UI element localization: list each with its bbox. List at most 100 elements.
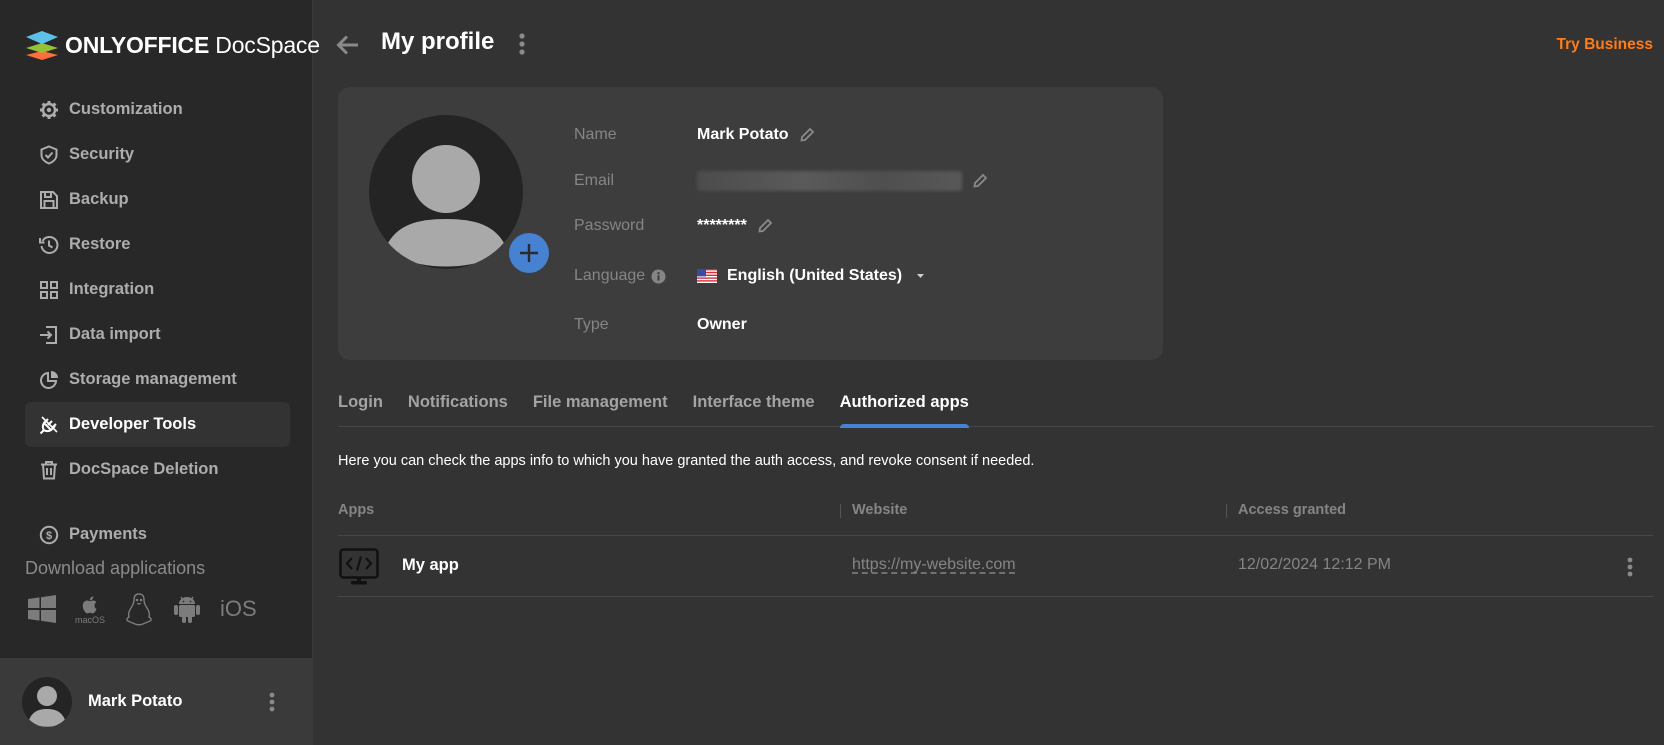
history-icon xyxy=(39,235,59,255)
dollar-icon: $ xyxy=(39,525,59,545)
app-website-link[interactable]: https://my-website.com xyxy=(852,556,1016,574)
tab-interface-theme[interactable]: Interface theme xyxy=(693,390,815,427)
profile-menu-button[interactable] xyxy=(519,33,525,60)
android-icon xyxy=(174,596,201,623)
user-avatar[interactable] xyxy=(22,676,72,727)
user-menu-button[interactable] xyxy=(269,692,275,717)
windows-app-link[interactable] xyxy=(28,595,56,623)
macos-label: macOS xyxy=(75,614,106,625)
sidebar-item-label: Data import xyxy=(69,325,161,343)
language-select[interactable]: English (United States) xyxy=(697,267,925,285)
logo-brand: ONLYOFFICE xyxy=(65,31,210,58)
tab-authorized-apps[interactable]: Authorized apps xyxy=(839,390,970,428)
grid-icon xyxy=(39,280,59,300)
authorized-apps-table: Apps Website Access granted My app https… xyxy=(338,498,1653,597)
sidebar-item-label: Security xyxy=(69,145,135,163)
name-label: Name xyxy=(574,126,617,143)
tab-file-management[interactable]: File management xyxy=(533,390,668,427)
authorized-apps-description: Here you can check the apps info to whic… xyxy=(338,453,1035,469)
add-avatar-button[interactable] xyxy=(509,233,549,273)
plug-icon xyxy=(39,415,59,435)
plus-icon xyxy=(520,244,538,262)
pie-chart-icon xyxy=(39,370,59,390)
shield-icon xyxy=(39,144,59,165)
sidebar-item-developer-tools[interactable]: Developer Tools xyxy=(25,402,290,447)
column-header-website[interactable]: Website xyxy=(852,502,907,518)
type-value: Owner xyxy=(697,316,747,333)
chevron-down-icon xyxy=(917,274,925,278)
edit-password-button[interactable] xyxy=(757,218,773,234)
sidebar-item-label: DocSpace Deletion xyxy=(69,460,219,478)
main-content: My profile Try Business Name Mark Potato… xyxy=(313,0,1664,745)
language-row: Language English (United States) xyxy=(574,264,925,288)
ios-label: iOS xyxy=(220,596,257,621)
download-applications-title: Download applications xyxy=(25,558,206,578)
current-user-panel: Mark Potato xyxy=(0,658,313,745)
sidebar-item-customization[interactable]: Customization xyxy=(25,87,290,132)
logo[interactable]: ONLYOFFICE DocSpace xyxy=(25,28,320,62)
row-menu-button[interactable] xyxy=(1627,557,1633,582)
password-row: Password ******** xyxy=(574,214,773,238)
email-label: Email xyxy=(574,172,615,189)
column-resize-handle[interactable] xyxy=(1226,504,1227,518)
column-resize-handle[interactable] xyxy=(840,504,841,518)
info-icon[interactable] xyxy=(651,269,666,284)
sidebar-item-docspace-deletion[interactable]: DocSpace Deletion xyxy=(25,447,290,492)
type-row: Type Owner xyxy=(574,313,747,337)
download-apps-row: macOS iOS xyxy=(28,592,257,626)
default-avatar-icon xyxy=(386,145,506,267)
profile-tabs: Login Notifications File management Inte… xyxy=(338,390,1653,428)
pencil-icon xyxy=(973,173,988,188)
password-value: ******** xyxy=(697,217,747,234)
language-label: Language xyxy=(574,267,646,284)
logo-product: DocSpace xyxy=(209,31,320,58)
app-name: My app xyxy=(402,556,459,574)
linux-icon xyxy=(126,593,152,626)
edit-name-button[interactable] xyxy=(799,127,815,143)
sidebar-item-label: Restore xyxy=(69,235,131,253)
sidebar-item-restore[interactable]: Restore xyxy=(25,222,290,267)
ios-app-link[interactable]: iOS xyxy=(220,596,257,622)
svg-text:$: $ xyxy=(46,530,52,542)
language-value: English (United States) xyxy=(727,267,903,284)
password-label: Password xyxy=(574,217,645,234)
sidebar-item-label: Developer Tools xyxy=(69,415,197,433)
type-label: Type xyxy=(574,316,609,333)
sidebar-item-security[interactable]: Security xyxy=(25,132,290,177)
user-name: Mark Potato xyxy=(88,692,183,710)
arrow-left-icon xyxy=(336,35,358,55)
settings-nav: Customization Security Backup Restore In… xyxy=(25,87,290,557)
edit-email-button[interactable] xyxy=(972,173,988,189)
vertical-dots-icon xyxy=(1627,557,1633,577)
linux-app-link[interactable] xyxy=(124,592,154,626)
column-header-access-granted[interactable]: Access granted xyxy=(1238,502,1346,518)
sidebar-item-label: Payments xyxy=(69,525,147,543)
save-icon xyxy=(39,190,59,210)
vertical-dots-icon xyxy=(519,33,525,55)
android-app-link[interactable] xyxy=(173,594,201,624)
apple-icon xyxy=(82,595,97,613)
profile-avatar xyxy=(369,115,523,269)
sidebar: ONLYOFFICE DocSpace Customization Securi… xyxy=(0,0,320,745)
profile-card: Name Mark Potato Email Password ******** xyxy=(338,87,1163,360)
us-flag-icon xyxy=(697,269,717,283)
back-button[interactable] xyxy=(335,32,361,58)
try-business-link[interactable]: Try Business xyxy=(1557,36,1654,54)
sidebar-item-storage-management[interactable]: Storage management xyxy=(25,357,290,402)
sidebar-item-label: Integration xyxy=(69,280,155,298)
windows-icon xyxy=(28,595,56,623)
sidebar-item-backup[interactable]: Backup xyxy=(25,177,290,222)
sidebar-item-payments[interactable]: $ Payments xyxy=(25,512,290,557)
tab-login[interactable]: Login xyxy=(338,390,383,427)
page-title: My profile xyxy=(381,28,495,55)
macos-app-link[interactable]: macOS xyxy=(75,594,105,625)
default-avatar-icon xyxy=(28,685,66,727)
vertical-dots-icon xyxy=(269,692,275,712)
name-value: Mark Potato xyxy=(697,126,789,143)
sidebar-item-data-import[interactable]: Data import xyxy=(25,312,290,357)
tab-notifications[interactable]: Notifications xyxy=(408,390,508,427)
table-row[interactable]: My app https://my-website.com 12/02/2024… xyxy=(338,536,1653,597)
sidebar-item-label: Customization xyxy=(69,100,183,118)
column-header-apps[interactable]: Apps xyxy=(338,502,374,518)
sidebar-item-integration[interactable]: Integration xyxy=(25,267,290,312)
